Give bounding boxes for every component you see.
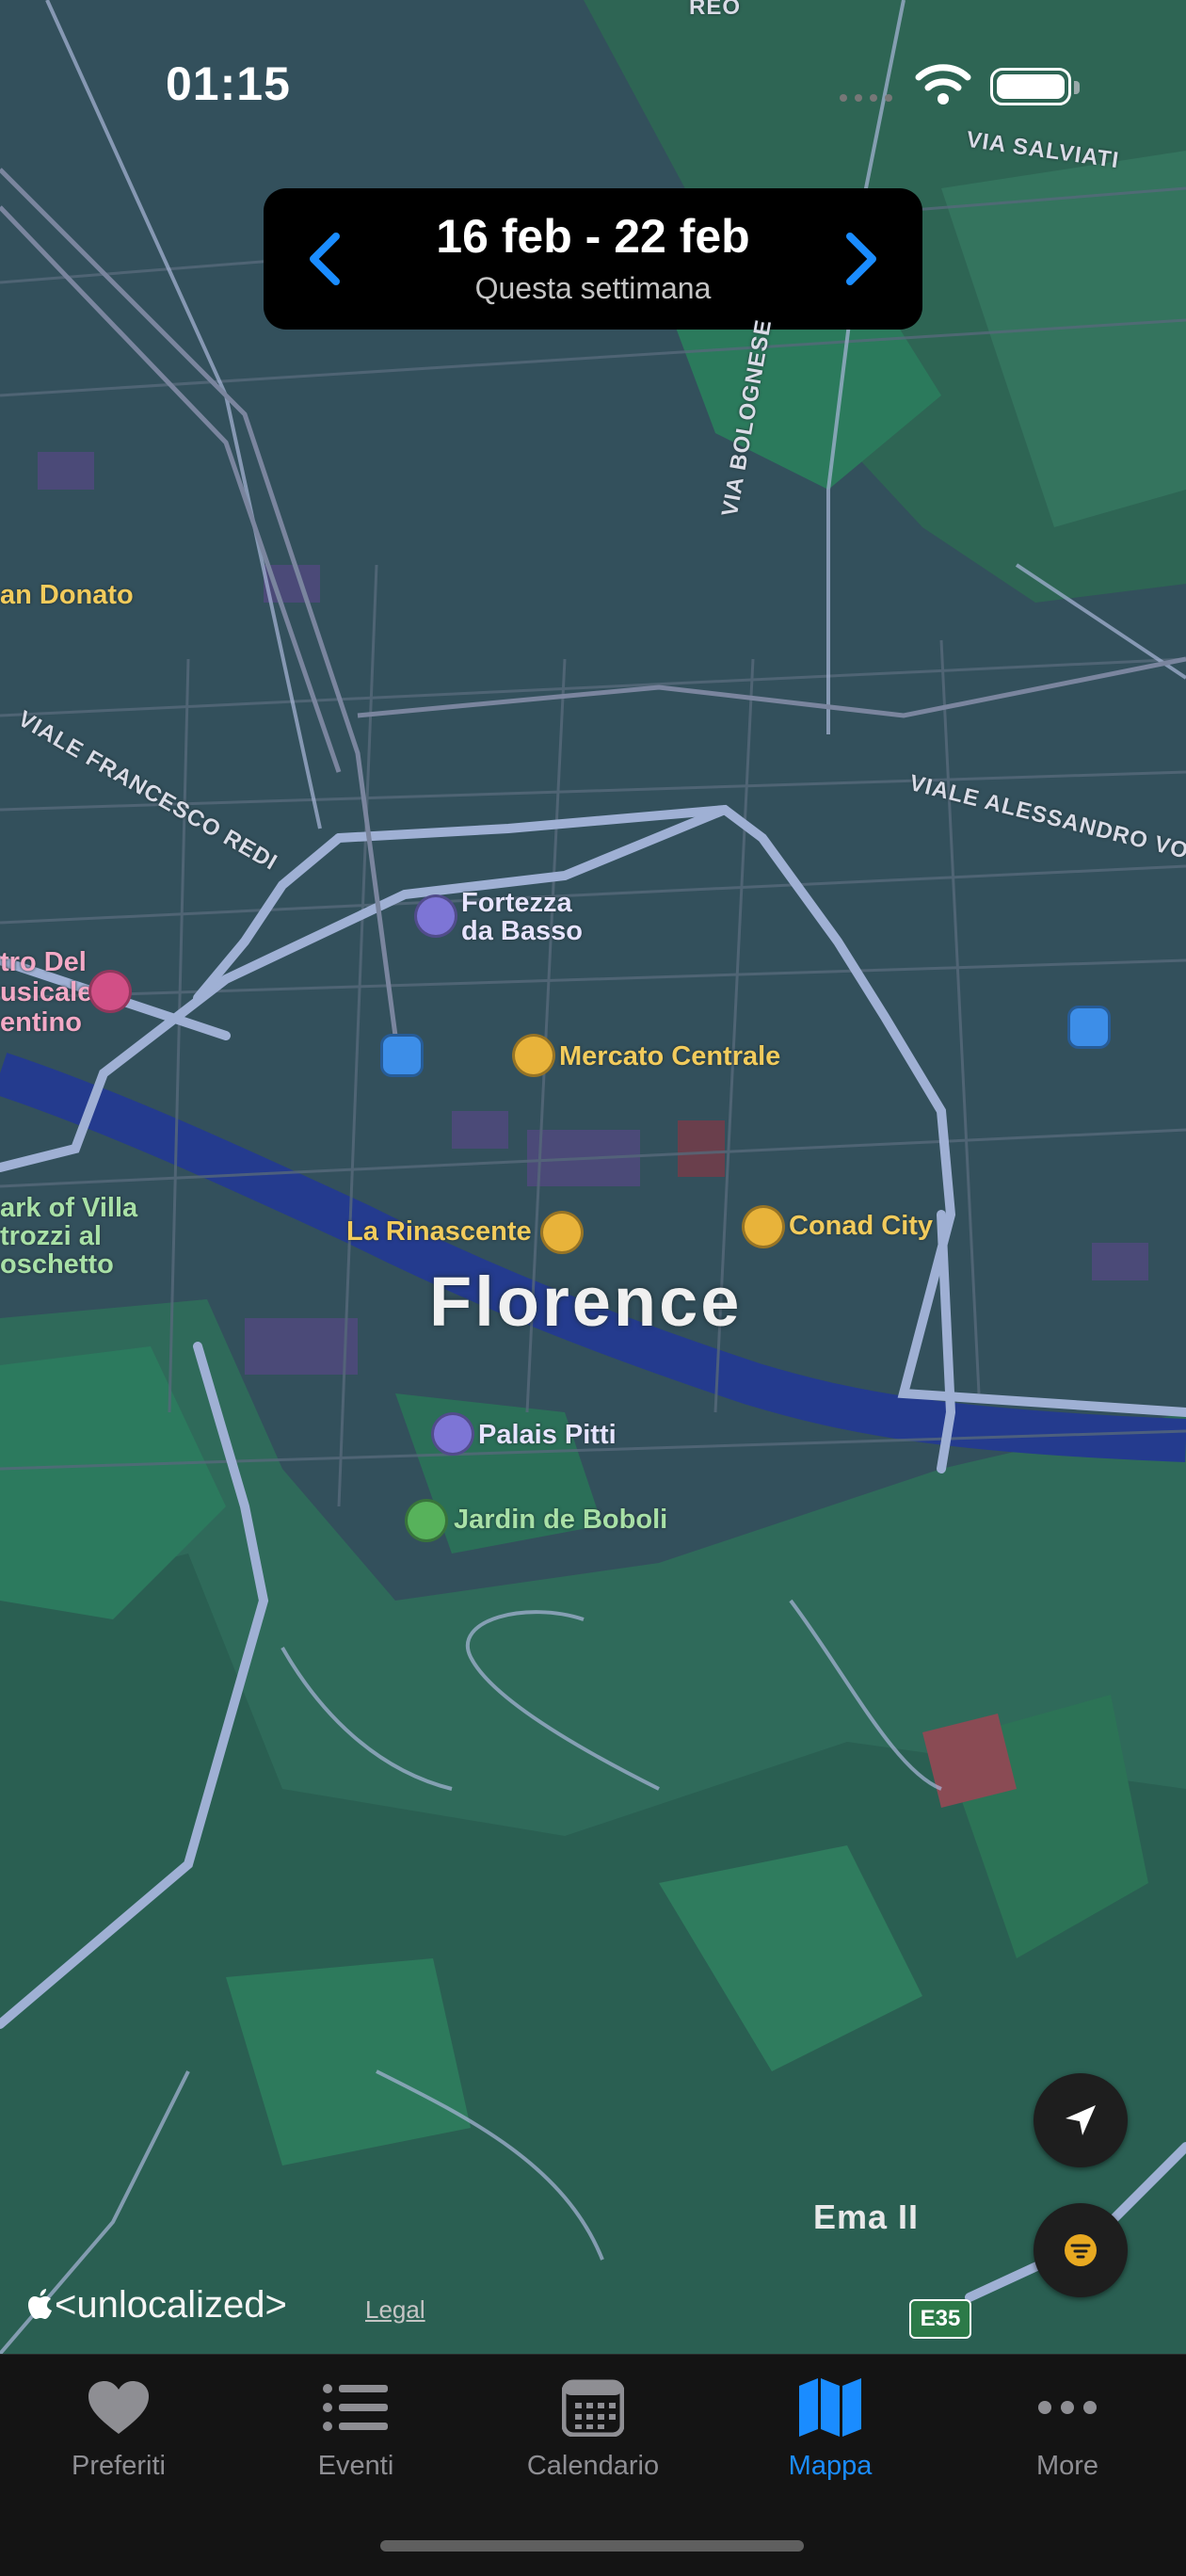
battery-icon <box>990 68 1080 105</box>
screen: 01:15 16 feb - 22 feb Questa settimana R… <box>0 0 1186 2576</box>
place-label-mercato[interactable]: Mercato Centrale <box>559 1041 780 1072</box>
tab-label: Preferiti <box>72 2451 166 2481</box>
theatre-icon[interactable] <box>88 970 132 1013</box>
place-label-rinascente[interactable]: La Rinascente <box>346 1216 532 1248</box>
ellipsis-icon <box>1038 2401 1097 2414</box>
palace-icon[interactable] <box>431 1412 474 1456</box>
heart-icon <box>88 2381 149 2434</box>
train-station-icon[interactable] <box>380 1034 424 1077</box>
map-icon <box>799 2378 861 2437</box>
tab-mappa[interactable]: Mappa <box>712 2372 949 2504</box>
place-label-conad[interactable]: Conad City <box>789 1211 933 1242</box>
train-station-icon[interactable] <box>1067 1006 1111 1049</box>
highway-badge: E35 <box>909 2299 971 2339</box>
place-label-teatro[interactable]: tro Del usicale entino <box>0 947 92 1038</box>
tab-more[interactable]: More <box>949 2372 1186 2504</box>
filter-button[interactable] <box>1034 2203 1128 2297</box>
tab-preferiti[interactable]: Preferiti <box>0 2372 237 2504</box>
place-label-san-donato[interactable]: an Donato <box>0 580 134 611</box>
map-view[interactable] <box>0 0 1186 2354</box>
shopping-bag-icon[interactable] <box>540 1211 584 1254</box>
week-selector: 16 feb - 22 feb Questa settimana <box>264 188 922 330</box>
signal-dots-icon <box>840 94 892 102</box>
location-arrow-icon <box>1066 2105 1096 2135</box>
garden-icon[interactable] <box>405 1499 448 1542</box>
legal-link[interactable]: Legal <box>365 2295 425 2325</box>
maps-attribution: <unlocalized> <box>26 2284 287 2326</box>
fortress-icon[interactable] <box>414 894 457 938</box>
place-label-fortezza[interactable]: Fortezza da Basso <box>461 889 583 945</box>
place-label-boboli[interactable]: Jardin de Boboli <box>454 1505 667 1536</box>
attribution-text: <unlocalized> <box>55 2284 287 2326</box>
status-time: 01:15 <box>166 57 291 110</box>
city-label: Florence <box>429 1263 743 1341</box>
place-label-pitti[interactable]: Palais Pitti <box>478 1420 617 1451</box>
chevron-right-icon[interactable] <box>819 217 904 301</box>
place-label-ema: Ema II <box>813 2198 920 2236</box>
calendar-icon <box>562 2379 624 2437</box>
tab-label: Eventi <box>317 2451 394 2481</box>
tab-label: Calendario <box>526 2451 660 2481</box>
wifi-icon <box>915 64 971 105</box>
cart-icon[interactable] <box>742 1205 785 1248</box>
place-label-park[interactable]: ark of Villa trozzi al oschetto <box>0 1194 137 1279</box>
road-label-top: REO <box>689 0 742 20</box>
location-button[interactable] <box>1034 2073 1128 2167</box>
tab-label: Mappa <box>788 2451 873 2481</box>
tab-label: More <box>1035 2451 1099 2481</box>
shopping-bag-icon[interactable] <box>512 1034 555 1077</box>
tab-eventi[interactable]: Eventi <box>237 2372 474 2504</box>
apple-logo-icon <box>28 2289 52 2319</box>
filter-icon <box>1065 2234 1097 2266</box>
home-indicator[interactable] <box>380 2540 804 2552</box>
list-icon <box>323 2384 388 2431</box>
map-canvas[interactable] <box>0 0 1186 2354</box>
tab-calendario[interactable]: Calendario <box>474 2372 712 2504</box>
